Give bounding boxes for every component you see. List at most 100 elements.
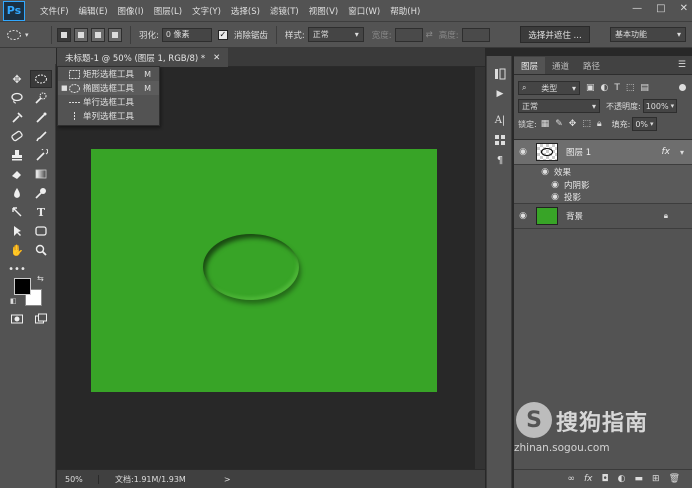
swap-colors-icon[interactable]: ⇆	[37, 274, 44, 283]
lock-artboard-icon[interactable]: ⬚	[582, 119, 591, 129]
visibility-eye-icon[interactable]: ◉	[514, 211, 532, 221]
visibility-eye-icon[interactable]: ◉	[546, 192, 564, 202]
subtract-selection-button[interactable]	[91, 27, 105, 42]
foreground-color-swatch[interactable]	[14, 278, 31, 295]
zoom-level[interactable]: 50%	[57, 474, 99, 484]
rect-marquee-item[interactable]: 矩形选框工具 M	[58, 67, 159, 81]
new-selection-button[interactable]	[57, 27, 71, 42]
menu-file[interactable]: 文件(F)	[35, 5, 74, 17]
menu-view[interactable]: 视图(V)	[304, 5, 343, 17]
single-row-marquee-item[interactable]: 单行选框工具	[58, 95, 159, 109]
brush-tool[interactable]	[30, 127, 52, 145]
width-input[interactable]	[394, 27, 423, 42]
marquee-tool[interactable]	[30, 70, 52, 88]
ellipse-marquee-item[interactable]: ■ 椭圆选框工具 M	[58, 81, 159, 95]
opacity-input[interactable]: 100% ▾	[642, 99, 678, 113]
status-menu-arrow[interactable]: >	[224, 475, 231, 484]
menu-help[interactable]: 帮助(H)	[385, 5, 425, 17]
visibility-eye-icon[interactable]: ◉	[514, 147, 532, 157]
layer-row-background[interactable]: ◉ 背景 🔒︎	[514, 204, 692, 229]
menu-select[interactable]: 选择(S)	[226, 5, 265, 17]
restore-button[interactable]: □	[656, 3, 665, 14]
new-layer-icon[interactable]: ⊞	[652, 474, 660, 484]
add-mask-icon[interactable]: ◘	[602, 474, 609, 484]
swap-dimensions-icon[interactable]: ⇄	[426, 30, 433, 40]
pixel-filter-icon[interactable]: ▣	[586, 83, 595, 93]
add-selection-button[interactable]	[74, 27, 88, 42]
lock-transparency-icon[interactable]: ▦	[541, 119, 550, 129]
antialias-checkbox[interactable]: ✓	[217, 29, 228, 40]
trash-icon[interactable]: 🗑︎	[669, 474, 680, 484]
blur-tool[interactable]	[6, 184, 28, 202]
visibility-eye-icon[interactable]: ◉	[536, 167, 554, 177]
edit-toolbar-button[interactable]: •••	[6, 260, 28, 278]
intersect-selection-button[interactable]	[108, 27, 122, 42]
close-tab-icon[interactable]: ✕	[213, 53, 220, 63]
character-panel-button[interactable]: A|	[487, 110, 513, 130]
tab-paths[interactable]: 路径	[576, 57, 607, 74]
healing-brush-tool[interactable]	[6, 127, 28, 145]
menu-window[interactable]: 窗口(W)	[343, 5, 385, 17]
feather-input[interactable]: 0 像素	[161, 27, 212, 42]
move-tool[interactable]: ✥	[6, 70, 28, 88]
lock-position-icon[interactable]: ✥	[569, 119, 577, 129]
link-layers-icon[interactable]: ∞	[568, 474, 576, 484]
select-and-mask-button[interactable]: 选择并遮住 ...	[520, 26, 590, 43]
menu-layer[interactable]: 图层(L)	[149, 5, 187, 17]
history-brush-tool[interactable]	[30, 146, 52, 164]
style-select[interactable]: 正常 ▾	[307, 27, 364, 42]
effect-row-drop-shadow[interactable]: ◉ 投影	[514, 191, 692, 204]
clone-stamp-tool[interactable]	[6, 146, 28, 164]
default-colors-icon[interactable]: ◧	[10, 297, 17, 305]
minimize-button[interactable]: —	[632, 3, 642, 14]
history-panel-button[interactable]	[487, 64, 513, 84]
type-tool[interactable]: T	[30, 203, 52, 221]
dodge-tool[interactable]	[30, 184, 52, 202]
quick-selection-tool[interactable]	[30, 89, 52, 107]
visibility-eye-icon[interactable]: ◉	[546, 180, 564, 190]
type-filter-icon[interactable]: T	[614, 83, 620, 93]
single-column-marquee-item[interactable]: 单列选框工具	[58, 109, 159, 123]
gradient-tool[interactable]	[30, 165, 52, 183]
shape-filter-icon[interactable]: ⬚	[626, 83, 635, 93]
lasso-tool[interactable]	[6, 89, 28, 107]
close-button[interactable]: ✕	[680, 3, 688, 14]
adjustment-layer-icon[interactable]: ◐	[618, 474, 626, 484]
vertical-scrollbar[interactable]	[475, 67, 485, 469]
zoom-tool[interactable]	[30, 241, 52, 259]
actions-panel-button[interactable]: ▶	[487, 84, 513, 104]
workspace-select[interactable]: 基本功能 ▾	[610, 27, 686, 42]
filter-toggle-icon[interactable]	[679, 84, 686, 91]
styles-panel-button[interactable]	[487, 130, 513, 150]
menu-type[interactable]: 文字(Y)	[187, 5, 226, 17]
height-input[interactable]	[461, 27, 490, 42]
layer-filter-select[interactable]: ⌕ 类型 ▾	[518, 81, 580, 95]
lock-pixels-icon[interactable]: ✎	[555, 119, 563, 129]
eraser-tool[interactable]	[6, 165, 28, 183]
fill-input[interactable]: 0% ▾	[632, 117, 657, 131]
tab-channels[interactable]: 通道	[545, 57, 576, 74]
lock-all-icon[interactable]: 🔒︎	[597, 119, 602, 129]
pen-tool[interactable]	[6, 203, 28, 221]
fx-icon[interactable]: fx	[662, 147, 671, 157]
screen-mode-button[interactable]	[30, 310, 52, 328]
effect-row-inner-shadow[interactable]: ◉ 内阴影	[514, 178, 692, 191]
paragraph-panel-button[interactable]: ¶	[487, 150, 513, 170]
add-style-icon[interactable]: fx	[584, 474, 593, 484]
layer-row-layer1[interactable]: ◉ 图层 1 fx ▾	[514, 140, 692, 165]
chevron-down-icon[interactable]: ▾	[680, 148, 684, 157]
menu-filter[interactable]: 滤镜(T)	[265, 5, 304, 17]
hand-tool[interactable]: ✋	[6, 241, 28, 259]
crop-tool[interactable]	[6, 108, 28, 126]
blend-mode-select[interactable]: 正常 ▾	[518, 99, 600, 113]
shape-tool[interactable]	[30, 222, 52, 240]
document-tab[interactable]: 未标题-1 @ 50% (图层 1, RGB/8) * ✕	[57, 48, 229, 67]
effects-header-row[interactable]: ◉ 效果	[514, 165, 692, 178]
new-group-icon[interactable]: ▬	[635, 474, 644, 484]
tab-layers[interactable]: 图层	[514, 57, 546, 74]
adjustment-filter-icon[interactable]: ◐	[601, 83, 609, 93]
quick-mask-button[interactable]	[6, 310, 28, 328]
panel-menu-icon[interactable]: ☰	[678, 60, 686, 70]
tool-preset-picker[interactable]: ▾	[6, 25, 46, 45]
eyedropper-tool[interactable]	[30, 108, 52, 126]
